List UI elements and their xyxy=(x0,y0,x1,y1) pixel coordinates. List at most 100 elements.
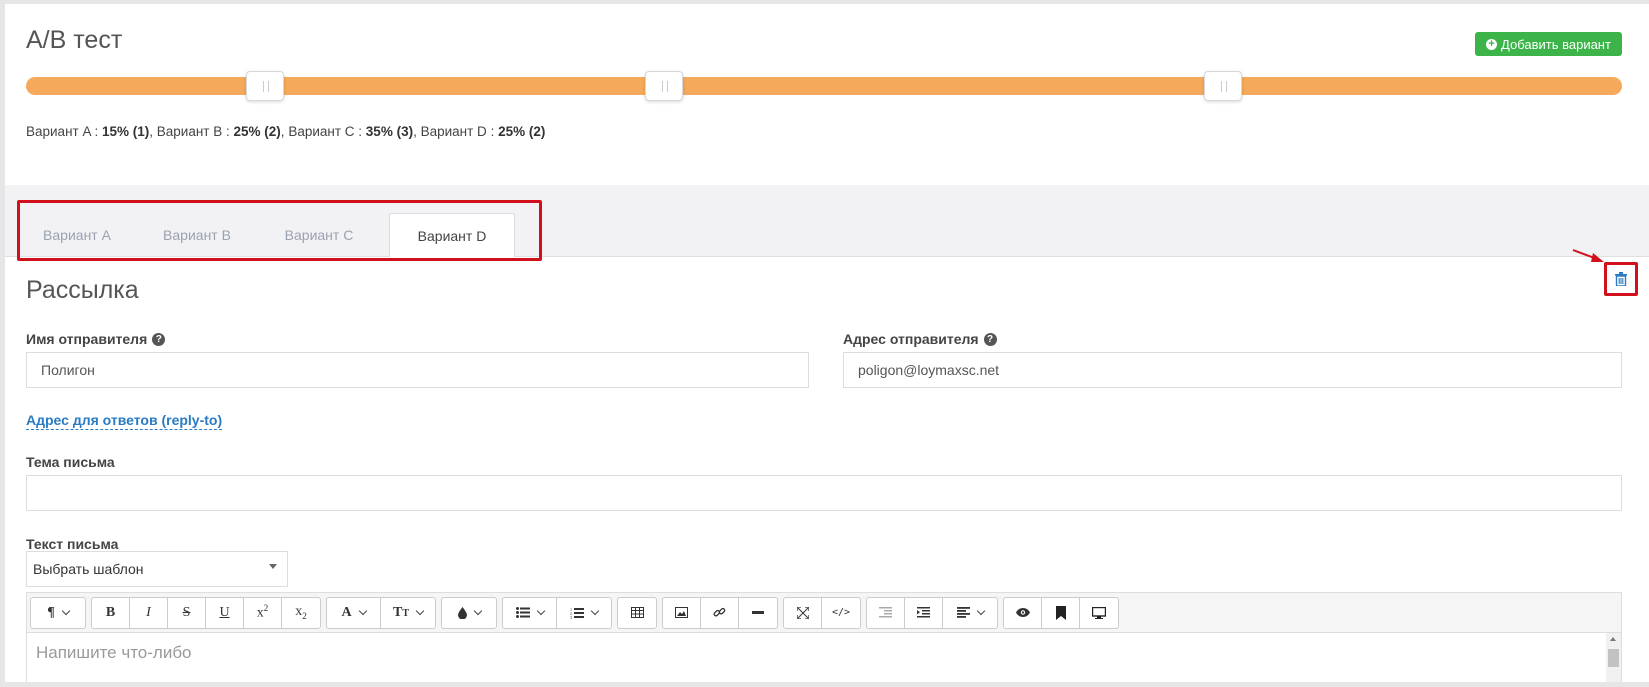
delete-variant-button[interactable] xyxy=(1604,262,1638,296)
chevron-down-icon xyxy=(358,606,367,616)
sender-address-label: Адрес отправителя ? xyxy=(843,331,997,347)
font-size-icon: TT xyxy=(392,604,409,620)
align-button[interactable] xyxy=(943,598,997,628)
outdent-icon xyxy=(879,607,892,618)
desktop-preview-button[interactable] xyxy=(1080,598,1118,628)
bookmark-button[interactable] xyxy=(1042,597,1080,628)
tab-variant-b[interactable]: Вариант B xyxy=(136,213,258,256)
insert-table-button[interactable] xyxy=(618,598,656,628)
sender-name-label-text: Имя отправителя xyxy=(26,331,148,347)
variant-tabs: Вариант A Вариант B Вариант C Вариант D xyxy=(5,185,1649,257)
body-label: Текст письма xyxy=(26,536,119,552)
font-family-button[interactable]: A xyxy=(327,597,381,628)
chevron-down-icon xyxy=(536,606,545,616)
italic-icon: I xyxy=(146,604,151,620)
insert-link-button[interactable] xyxy=(701,597,739,628)
link-icon xyxy=(713,607,726,617)
code-icon: </> xyxy=(831,607,851,618)
subscript-icon: x2 xyxy=(295,604,307,621)
slider-handle-1[interactable] xyxy=(246,71,285,101)
mailing-title: Рассылка xyxy=(26,276,139,304)
chevron-down-icon xyxy=(61,606,71,616)
slider-handle-2[interactable] xyxy=(645,71,684,101)
red-arrow-icon xyxy=(1572,249,1604,262)
strikethrough-button[interactable]: S xyxy=(168,597,206,628)
template-select-value: Выбрать шаблон xyxy=(33,561,144,577)
bullet-list-icon xyxy=(515,607,530,618)
chevron-down-icon xyxy=(415,606,425,616)
tab-variant-a[interactable]: Вариант A xyxy=(18,213,136,256)
add-variant-label: Добавить вариант xyxy=(1501,36,1611,52)
split-value-b: 25% (2) xyxy=(233,124,281,139)
template-select[interactable]: Выбрать шаблон xyxy=(26,551,288,587)
bookmark-icon xyxy=(1055,605,1066,620)
split-value-a: 15% (1) xyxy=(101,124,150,139)
editor-placeholder: Напишите что-либо xyxy=(36,643,192,662)
ab-test-title: A/B тест xyxy=(26,26,123,54)
trash-icon xyxy=(1615,272,1627,286)
split-value-c: 35% (3) xyxy=(365,124,414,139)
horizontal-line-button[interactable] xyxy=(739,598,777,628)
slider-handle-3[interactable] xyxy=(1204,71,1242,101)
underline-button[interactable]: U xyxy=(206,597,244,628)
split-summary: Вариант A : 15% (1), Вариант B : 25% (2)… xyxy=(26,124,546,139)
editor-scrollbar[interactable] xyxy=(1606,633,1621,682)
fullscreen-button[interactable] xyxy=(784,597,822,628)
editor-toolbar: ¶ B I S U x2 x2 A TT 1 2 3 </> xyxy=(27,593,1621,633)
split-label-b: Вариант B xyxy=(156,124,223,139)
superscript-button[interactable]: x2 xyxy=(244,597,282,628)
image-icon xyxy=(675,607,688,618)
unordered-list-button[interactable] xyxy=(503,597,557,628)
caret-down-icon xyxy=(269,564,277,569)
indent-icon xyxy=(917,607,930,618)
chevron-down-icon xyxy=(976,606,985,616)
help-icon[interactable]: ? xyxy=(983,332,997,346)
insert-image-button[interactable] xyxy=(663,597,701,628)
help-icon[interactable]: ? xyxy=(152,332,166,346)
sender-address-input[interactable] xyxy=(843,352,1622,388)
bold-icon: B xyxy=(105,604,116,620)
superscript-icon: x2 xyxy=(256,603,269,621)
droplet-icon xyxy=(457,606,467,619)
svg-text:3: 3 xyxy=(570,615,572,619)
sender-address-label-text: Адрес отправителя xyxy=(843,331,979,347)
monitor-icon xyxy=(1092,606,1106,619)
ordered-list-button[interactable]: 1 2 3 xyxy=(557,598,611,628)
paragraph-format-button[interactable]: ¶ xyxy=(31,598,85,628)
italic-button[interactable]: I xyxy=(130,597,168,628)
horizontal-rule-icon xyxy=(752,611,764,614)
numbered-list-icon: 1 2 3 xyxy=(570,607,584,619)
scroll-thumb[interactable] xyxy=(1608,649,1619,667)
font-size-button[interactable]: TT xyxy=(381,598,435,628)
add-variant-button[interactable]: + Добавить вариант xyxy=(1475,32,1622,56)
split-label-d: Вариант D xyxy=(420,124,487,139)
bold-button[interactable]: B xyxy=(92,597,130,628)
tab-variant-c[interactable]: Вариант C xyxy=(258,213,380,256)
indent-button[interactable] xyxy=(905,597,943,628)
plus-circle-icon: + xyxy=(1486,38,1498,50)
code-view-button[interactable]: </> xyxy=(822,598,860,628)
scroll-up-icon[interactable] xyxy=(1610,637,1616,641)
eye-icon xyxy=(1015,608,1030,617)
chevron-down-icon xyxy=(473,606,482,616)
font-family-icon: A xyxy=(341,604,352,620)
color-button[interactable] xyxy=(442,598,496,628)
subscript-button[interactable]: x2 xyxy=(282,598,320,628)
split-label-c: Вариант C xyxy=(288,124,355,139)
table-icon xyxy=(630,607,644,618)
ab-test-page: A/B тест + Добавить вариант Вариант A : … xyxy=(5,4,1649,682)
split-value-d: 25% (2) xyxy=(498,124,546,139)
subject-input[interactable] xyxy=(26,475,1622,511)
rich-text-editor: ¶ B I S U x2 x2 A TT 1 2 3 </> Напишите … xyxy=(26,592,1622,682)
tab-variant-d[interactable]: Вариант D xyxy=(389,213,515,257)
sender-name-input[interactable] xyxy=(26,352,809,388)
outdent-button[interactable] xyxy=(867,597,905,628)
paragraph-icon: ¶ xyxy=(47,604,55,620)
expand-icon xyxy=(796,606,809,619)
subject-label: Тема письма xyxy=(26,454,115,470)
chevron-down-icon xyxy=(590,606,600,616)
preview-button[interactable] xyxy=(1004,597,1042,628)
reply-to-link[interactable]: Адрес для ответов (reply-to) xyxy=(26,412,223,430)
underline-icon: U xyxy=(219,604,230,620)
editor-content-area[interactable]: Напишите что-либо xyxy=(27,633,1621,673)
